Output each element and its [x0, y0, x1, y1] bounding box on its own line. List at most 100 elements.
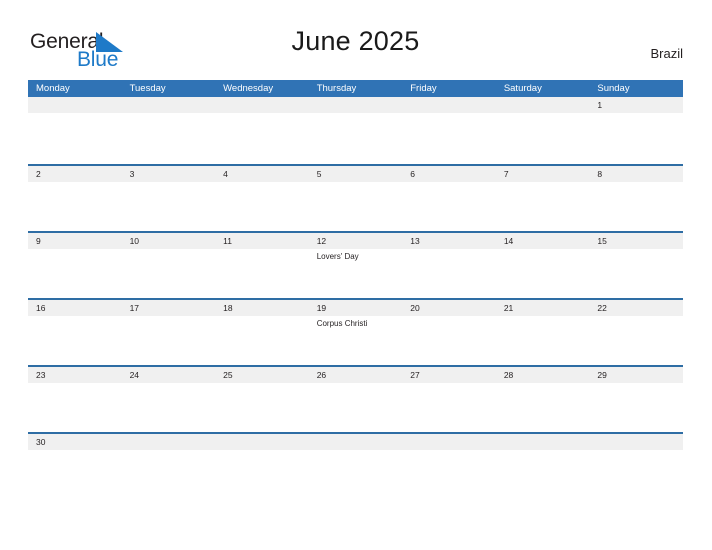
day-number[interactable]: 16 [28, 300, 122, 316]
week-event-strip: Corpus Christi [28, 316, 683, 365]
page-title: June 2025 [291, 26, 420, 56]
week-date-strip: 16 17 18 19 20 21 22 [28, 300, 683, 316]
day-number[interactable]: 20 [402, 300, 496, 316]
day-number[interactable]: 25 [215, 367, 309, 383]
day-number[interactable]: 11 [215, 233, 309, 249]
calendar-week-row: 23 24 25 26 27 28 29 [28, 365, 683, 432]
day-cell[interactable] [28, 450, 122, 499]
day-cell[interactable] [28, 383, 122, 432]
day-cell[interactable] [402, 182, 496, 231]
weekday-header-tuesday: Tuesday [129, 83, 166, 94]
day-cell [122, 113, 216, 162]
day-number[interactable]: 26 [309, 367, 403, 383]
day-number[interactable]: 10 [122, 233, 216, 249]
day-cell [215, 450, 309, 499]
day-cell[interactable] [589, 113, 683, 162]
day-cell[interactable] [215, 249, 309, 298]
weekday-header-monday: Monday [36, 83, 70, 94]
day-number[interactable]: 22 [589, 300, 683, 316]
day-number[interactable]: 3 [122, 166, 216, 182]
day-number[interactable]: 2 [28, 166, 122, 182]
day-cell[interactable] [309, 182, 403, 231]
day-cell[interactable] [496, 249, 590, 298]
day-number [215, 97, 309, 113]
day-cell [402, 450, 496, 499]
week-date-strip: 23 24 25 26 27 28 29 [28, 367, 683, 383]
day-number[interactable]: 6 [402, 166, 496, 182]
day-number[interactable]: 23 [28, 367, 122, 383]
day-cell [309, 450, 403, 499]
day-number [122, 97, 216, 113]
day-number[interactable]: 29 [589, 367, 683, 383]
day-cell[interactable] [309, 383, 403, 432]
holiday-event-label: Lovers' Day [316, 252, 359, 261]
day-number [122, 434, 216, 450]
day-number [28, 97, 122, 113]
day-number[interactable]: 15 [589, 233, 683, 249]
week-event-strip [28, 113, 683, 162]
calendar-week-row: 16 17 18 19 20 21 22 Corpus Christi [28, 298, 683, 365]
day-number[interactable]: 13 [402, 233, 496, 249]
day-cell[interactable] [402, 383, 496, 432]
day-number [309, 434, 403, 450]
day-number[interactable]: 19 [309, 300, 403, 316]
day-number[interactable]: 18 [215, 300, 309, 316]
day-number[interactable]: 14 [496, 233, 590, 249]
day-cell [402, 113, 496, 162]
week-event-strip [28, 383, 683, 432]
day-cell[interactable] [402, 316, 496, 365]
day-number[interactable]: 12 [309, 233, 403, 249]
weekday-header-friday: Friday [410, 83, 437, 94]
day-cell[interactable] [28, 249, 122, 298]
day-number[interactable]: 9 [28, 233, 122, 249]
day-number [496, 97, 590, 113]
day-cell[interactable] [589, 383, 683, 432]
weekday-header-thursday: Thursday [316, 83, 357, 94]
weekday-header-saturday: Saturday [503, 83, 542, 94]
day-cell[interactable] [589, 316, 683, 365]
day-number[interactable]: 17 [122, 300, 216, 316]
day-cell[interactable] [122, 383, 216, 432]
day-number [589, 434, 683, 450]
day-cell[interactable] [496, 182, 590, 231]
day-number[interactable]: 30 [28, 434, 122, 450]
day-cell[interactable] [589, 249, 683, 298]
day-number[interactable]: 28 [496, 367, 590, 383]
day-cell[interactable]: Lovers' Day [309, 249, 403, 298]
day-number[interactable]: 1 [589, 97, 683, 113]
calendar-week-row: 9 10 11 12 13 14 15 Lovers' Day [28, 231, 683, 298]
calendar-weeks: 1 2 3 4 5 6 7 8 9 10 11 12 13 14 15 Lovers' Day 16 17 18 19… [28, 97, 683, 499]
day-number [402, 434, 496, 450]
day-cell[interactable] [589, 182, 683, 231]
calendar-table: Monday Tuesday Wednesday Thursday Friday… [28, 80, 683, 499]
day-cell[interactable] [215, 383, 309, 432]
day-number[interactable]: 27 [402, 367, 496, 383]
day-cell[interactable] [496, 316, 590, 365]
calendar-week-row: 1 [28, 97, 683, 164]
day-number[interactable]: 7 [496, 166, 590, 182]
day-cell[interactable] [402, 249, 496, 298]
day-cell[interactable] [122, 316, 216, 365]
day-number[interactable]: 8 [589, 166, 683, 182]
weekday-header-wednesday: Wednesday [223, 83, 274, 94]
week-event-strip [28, 450, 683, 499]
day-cell [122, 450, 216, 499]
day-cell[interactable] [215, 316, 309, 365]
day-number [496, 434, 590, 450]
day-cell[interactable]: Corpus Christi [309, 316, 403, 365]
week-date-strip: 1 [28, 97, 683, 113]
day-cell [215, 113, 309, 162]
day-number[interactable]: 21 [496, 300, 590, 316]
day-cell[interactable] [215, 182, 309, 231]
week-event-strip: Lovers' Day [28, 249, 683, 298]
day-number[interactable]: 24 [122, 367, 216, 383]
day-cell[interactable] [496, 383, 590, 432]
day-cell[interactable] [122, 249, 216, 298]
day-cell[interactable] [28, 316, 122, 365]
weekday-header-row: Monday Tuesday Wednesday Thursday Friday… [28, 80, 683, 97]
week-date-strip: 9 10 11 12 13 14 15 [28, 233, 683, 249]
day-cell[interactable] [28, 182, 122, 231]
day-number[interactable]: 5 [309, 166, 403, 182]
day-number[interactable]: 4 [215, 166, 309, 182]
day-cell[interactable] [122, 182, 216, 231]
